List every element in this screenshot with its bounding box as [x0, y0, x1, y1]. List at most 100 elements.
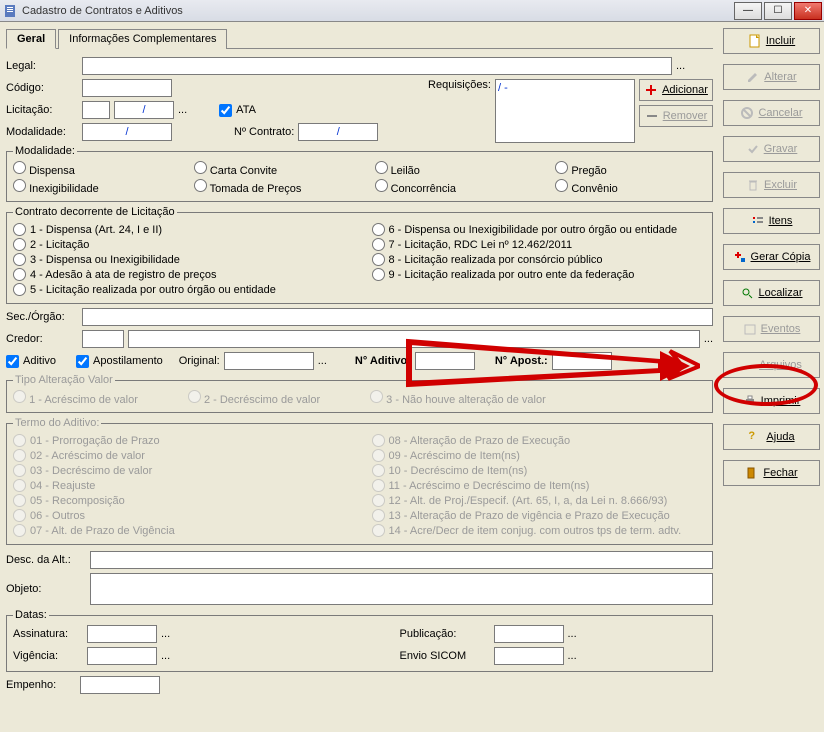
publicacao-ellipsis[interactable]: ... — [568, 628, 577, 640]
ajuda-button[interactable]: ?Ajuda — [723, 424, 820, 450]
radio-cl-1[interactable]: 1 - Dispensa (Art. 24, I e II) — [13, 222, 348, 237]
vigencia-ellipsis[interactable]: ... — [161, 650, 170, 662]
radio-cl-6[interactable]: 6 - Dispensa ou Inexigibilidade por outr… — [372, 222, 707, 237]
excluir-button[interactable]: Excluir — [723, 172, 820, 198]
radio-ta-09: 09 - Acréscimo de Item(ns) — [372, 448, 707, 463]
ata-checkbox-label[interactable]: ATA — [219, 104, 256, 117]
gravar-button[interactable]: Gravar — [723, 136, 820, 162]
radio-cl-2[interactable]: 2 - Licitação — [13, 237, 348, 252]
legal-label: Legal: — [6, 60, 78, 72]
minus-icon — [645, 109, 659, 123]
fechar-button[interactable]: Fechar — [723, 460, 820, 486]
radio-carta-convite[interactable]: Carta Convite — [194, 161, 345, 177]
radio-concorrencia[interactable]: Concorrência — [375, 179, 526, 195]
sec-orgao-input[interactable] — [82, 308, 713, 326]
gerar-copia-button[interactable]: Gerar Cópia — [723, 244, 820, 270]
radio-pregao[interactable]: Pregão — [555, 161, 706, 177]
eventos-button[interactable]: Eventos — [723, 316, 820, 342]
desc-alt-input[interactable] — [90, 551, 713, 569]
credor-name-input[interactable] — [128, 330, 700, 348]
itens-button[interactable]: Itens — [723, 208, 820, 234]
alterar-button[interactable]: Alterar — [723, 64, 820, 90]
minimize-button[interactable]: — — [734, 2, 762, 20]
datas-fieldset: Datas: Assinatura: ... Publicação: ... V… — [6, 609, 713, 672]
legal-input[interactable] — [82, 57, 672, 75]
radio-cl-7[interactable]: 7 - Licitação, RDC Lei nº 12.462/2011 — [372, 237, 707, 252]
envio-sicom-input[interactable] — [494, 647, 564, 665]
close-button[interactable]: ✕ — [794, 2, 822, 20]
radio-ta-02: 02 - Acréscimo de valor — [13, 448, 348, 463]
radio-tomada-precos[interactable]: Tomada de Preços — [194, 179, 345, 195]
objeto-textarea[interactable] — [90, 573, 713, 605]
plus-icon — [644, 83, 658, 97]
publicacao-label: Publicação: — [400, 628, 490, 640]
n-apost-input[interactable] — [552, 352, 612, 370]
original-input[interactable] — [224, 352, 314, 370]
adicionar-button[interactable]: Adicionar — [639, 79, 713, 101]
radio-ta-08: 08 - Alteração de Prazo de Execução — [372, 433, 707, 448]
licitacao-input-1[interactable] — [82, 101, 110, 119]
radio-cl-8[interactable]: 8 - Licitação realizada por consórcio pú… — [372, 252, 707, 267]
radio-ta-01: 01 - Prorrogação de Prazo — [13, 433, 348, 448]
titlebar: Cadastro de Contratos e Aditivos — ☐ ✕ — [0, 0, 824, 22]
original-ellipsis[interactable]: ... — [318, 355, 327, 367]
radio-leilao[interactable]: Leilão — [375, 161, 526, 177]
credor-code-input[interactable] — [82, 330, 124, 348]
help-icon: ? — [748, 430, 762, 444]
aditivo-checkbox[interactable] — [6, 355, 19, 368]
incluir-button[interactable]: Incluir — [723, 28, 820, 54]
tab-geral[interactable]: Geral — [6, 29, 56, 49]
licitacao-input-2[interactable] — [114, 101, 174, 119]
codigo-input[interactable] — [82, 79, 172, 97]
requisicoes-list[interactable]: / - — [495, 79, 635, 143]
radio-ta-05: 05 - Recomposição — [13, 493, 348, 508]
publicacao-input[interactable] — [494, 625, 564, 643]
radio-inexigibilidade[interactable]: Inexigibilidade — [13, 179, 164, 195]
assinatura-input[interactable] — [87, 625, 157, 643]
radio-cl-5[interactable]: 5 - Licitação realizada por outro órgão … — [13, 282, 348, 297]
legal-ellipsis[interactable]: ... — [676, 60, 685, 72]
localizar-button[interactable]: Localizar — [723, 280, 820, 306]
n-contrato-input[interactable] — [298, 123, 378, 141]
arquivos-button[interactable]: Arquivos — [723, 352, 820, 378]
termo-aditivo-legend: Termo do Aditivo: — [13, 417, 101, 429]
apostilamento-checkbox-label[interactable]: Apostilamento — [76, 355, 163, 368]
radio-ta-04: 04 - Reajuste — [13, 478, 348, 493]
vigencia-input[interactable] — [87, 647, 157, 665]
trash-icon — [746, 178, 760, 192]
radio-cl-9[interactable]: 9 - Licitação realizada por outro ente d… — [372, 267, 707, 282]
radio-tav-1: 1 - Acréscimo de valor — [13, 390, 138, 406]
door-icon — [745, 466, 759, 480]
n-aditivo-input[interactable] — [415, 352, 475, 370]
document-new-icon — [748, 34, 762, 48]
cancelar-button[interactable]: Cancelar — [723, 100, 820, 126]
radio-tav-3: 3 - Não houve alteração de valor — [370, 390, 546, 406]
imprimir-button[interactable]: Imprimir — [723, 388, 820, 414]
licitacao-ellipsis[interactable]: ... — [178, 104, 187, 116]
remover-button[interactable]: Remover — [639, 105, 713, 127]
print-icon — [743, 394, 757, 408]
radio-dispensa[interactable]: Dispensa — [13, 161, 164, 177]
empenho-input[interactable] — [80, 676, 160, 694]
radio-cl-4[interactable]: 4 - Adesão à ata de registro de preços — [13, 267, 348, 282]
credor-ellipsis[interactable]: ... — [704, 333, 713, 345]
tab-info-complementares[interactable]: Informações Complementares — [58, 29, 227, 49]
radio-convenio[interactable]: Convênio — [555, 179, 706, 195]
tab-bar: Geral Informações Complementares — [6, 28, 713, 49]
check-icon — [746, 142, 760, 156]
contrato-licitacao-fieldset: Contrato decorrente de Licitação 1 - Dis… — [6, 206, 713, 304]
ata-checkbox[interactable] — [219, 104, 232, 117]
radio-cl-3[interactable]: 3 - Dispensa ou Inexigibilidade — [13, 252, 348, 267]
modalidade-legend: Modalidade: — [13, 145, 77, 157]
envio-sicom-ellipsis[interactable]: ... — [568, 650, 577, 662]
tipo-alteracao-legend: Tipo Alteração Valor — [13, 374, 115, 386]
radio-ta-06: 06 - Outros — [13, 508, 348, 523]
maximize-button[interactable]: ☐ — [764, 2, 792, 20]
modalidade-input[interactable] — [82, 123, 172, 141]
n-apost-label: N° Apost.: — [495, 355, 548, 367]
assinatura-ellipsis[interactable]: ... — [161, 628, 170, 640]
apostilamento-checkbox[interactable] — [76, 355, 89, 368]
envio-sicom-label: Envio SICOM — [400, 650, 490, 662]
radio-tav-2: 2 - Decréscimo de valor — [188, 390, 320, 406]
aditivo-checkbox-label[interactable]: Aditivo — [6, 355, 56, 368]
